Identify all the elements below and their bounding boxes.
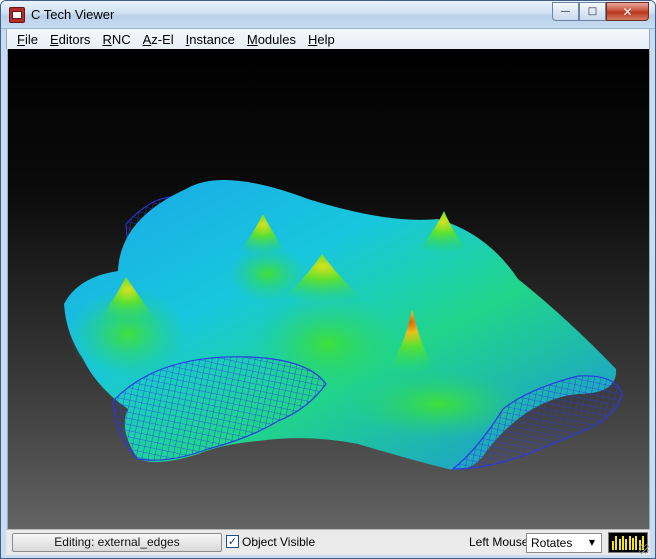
chevron-down-icon: ▼ (588, 538, 596, 547)
meter-bar (621, 536, 624, 550)
menu-rnc[interactable]: RNC (96, 32, 136, 47)
menu-modules[interactable]: Modules (241, 32, 302, 47)
menu-file-label: ile (24, 31, 38, 47)
window-controls: — □ ✕ (552, 2, 649, 21)
menu-editors-label: ditors (58, 31, 91, 47)
left-mouse-mode-value: Rotates (531, 536, 573, 550)
meter-bar (628, 536, 631, 550)
object-visible-checkbox[interactable]: ✓ (226, 535, 239, 548)
minimize-button[interactable]: — (552, 2, 579, 21)
meter-bar (635, 536, 638, 550)
menu-az-el-accel: A (142, 31, 152, 47)
minimize-icon: — (560, 6, 571, 17)
meter-bar (618, 539, 621, 550)
3d-viewport[interactable] (7, 49, 650, 529)
object-visible-label: Object Visible (242, 535, 316, 549)
left-mouse-label: Left Mouse (469, 535, 529, 549)
meter-bar (631, 538, 634, 550)
status-bar: Editing: external_edges ✓ Object Visible… (6, 529, 650, 555)
close-icon: ✕ (622, 4, 633, 19)
menu-help[interactable]: Help (302, 32, 341, 47)
title-bar[interactable]: C Tech Viewer — □ ✕ (1, 1, 655, 29)
menu-modules-label: odules (257, 31, 296, 47)
menu-help-accel: H (308, 31, 318, 47)
resize-grip-icon[interactable] (639, 544, 649, 554)
app-window: C Tech Viewer — □ ✕ File Editors RNC Az-… (0, 0, 656, 559)
window-title: C Tech Viewer (31, 7, 115, 22)
menu-modules-accel: M (246, 31, 258, 47)
maximize-button[interactable]: □ (579, 2, 606, 21)
menu-rnc-label: NC (111, 31, 131, 47)
meter-bar (612, 541, 614, 550)
menu-editors[interactable]: Editors (44, 32, 96, 47)
app-icon-inner (12, 11, 22, 19)
menu-file[interactable]: File (11, 32, 44, 47)
menu-instance-label: nstance (189, 31, 235, 47)
menu-rnc-accel: R (102, 31, 112, 47)
maximize-icon: □ (587, 6, 598, 17)
menu-editors-accel: E (49, 31, 59, 47)
surface-plot[interactable] (8, 49, 650, 529)
menu-instance[interactable]: Instance (180, 32, 241, 47)
menu-az-el-label: z-El (151, 31, 174, 47)
meter-bar (615, 536, 618, 550)
left-mouse-mode-select[interactable]: Rotates ▼ (526, 533, 602, 553)
menu-bar: File Editors RNC Az-El Instance Modules … (6, 29, 650, 49)
meter-bar (625, 539, 628, 550)
editing-button[interactable]: Editing: external_edges (12, 533, 222, 552)
checkmark-icon: ✓ (227, 535, 238, 548)
menu-az-el[interactable]: Az-El (137, 32, 180, 47)
menu-file-accel: F (17, 31, 25, 47)
close-button[interactable]: ✕ (606, 2, 649, 21)
app-icon[interactable] (9, 7, 25, 23)
menu-help-label: elp (317, 31, 335, 47)
